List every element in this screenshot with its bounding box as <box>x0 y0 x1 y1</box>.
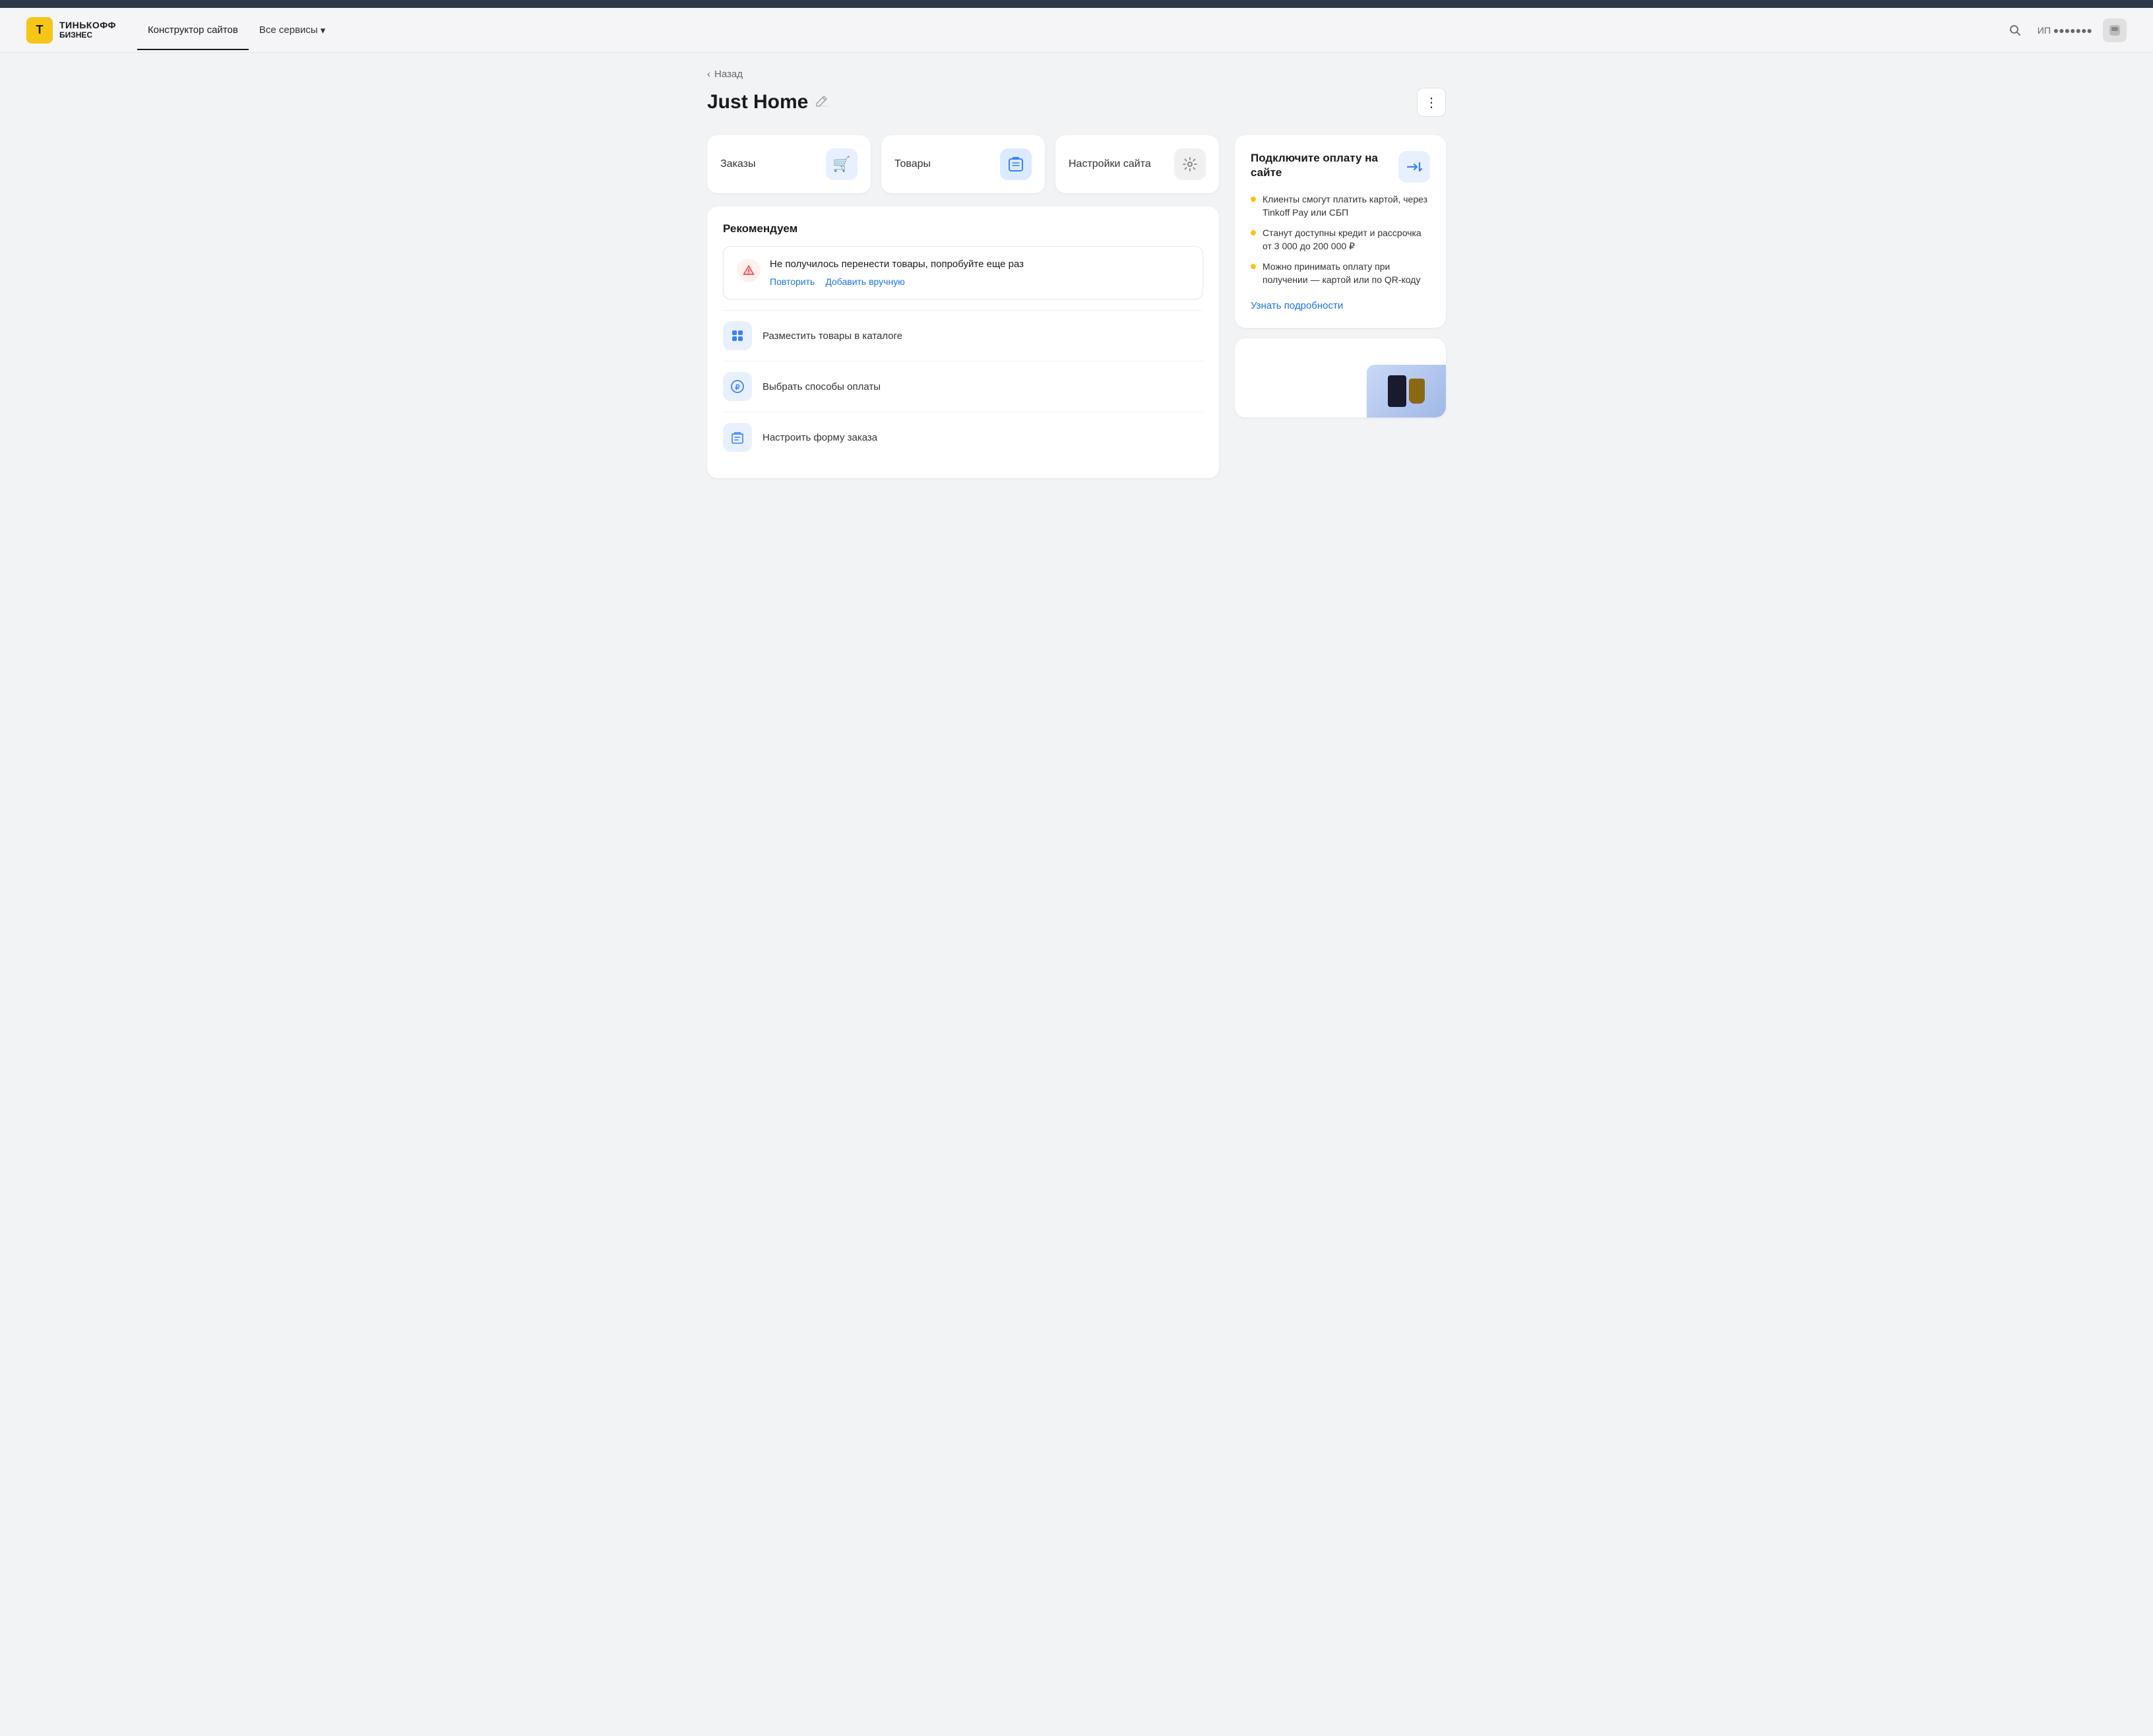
promo-card-illustration <box>1367 365 1446 418</box>
rec-item-catalog[interactable]: Разместить товары в каталоге <box>723 310 1203 361</box>
page-title-row: Just Home ⋮ <box>707 88 1446 117</box>
retry-button[interactable]: Повторить <box>770 276 815 287</box>
rec-item-order-form[interactable]: Настроить форму заказа <box>723 412 1203 462</box>
user-icon <box>2108 24 2121 37</box>
error-notice: Не получилось перенести товары, попробуй… <box>723 246 1203 299</box>
main-nav: Конструктор сайтов Все сервисы ▾ <box>137 10 1982 51</box>
error-actions: Повторить Добавить вручную <box>770 276 1189 287</box>
left-column: Заказы 🛒 Товары Настрой <box>707 135 1219 478</box>
content-layout: Заказы 🛒 Товары Настрой <box>707 135 1446 478</box>
error-icon <box>737 259 761 282</box>
search-button[interactable] <box>2003 18 2027 42</box>
bullet-dot-2 <box>1251 230 1256 235</box>
search-icon <box>2009 24 2022 37</box>
nav-all-services[interactable]: Все сервисы ▾ <box>249 10 336 51</box>
more-options-button[interactable]: ⋮ <box>1417 88 1446 117</box>
dropdown-chevron-icon: ▾ <box>321 24 326 36</box>
back-chevron-icon: ‹ <box>707 69 710 80</box>
right-sidebar: Подключите оплату на сайте Клиенты смогу… <box>1235 135 1446 478</box>
site-settings-card[interactable]: Настройки сайта <box>1055 135 1219 193</box>
bullet-dot-1 <box>1251 197 1256 202</box>
add-manual-button[interactable]: Добавить вручную <box>825 276 904 287</box>
settings-icon <box>1174 148 1206 180</box>
main-content: ‹ Назад Just Home ⋮ Заказы 🛒 <box>681 53 1472 494</box>
error-content: Не получилось перенести товары, попробуй… <box>770 259 1189 287</box>
second-promo-card[interactable] <box>1235 338 1446 418</box>
payment-promo-icon <box>1398 151 1430 183</box>
logo-icon: T <box>26 17 53 44</box>
orders-label: Заказы <box>720 158 755 170</box>
site-name: Just Home <box>707 91 808 113</box>
error-text: Не получилось перенести товары, попробуй… <box>770 259 1189 270</box>
logo-line1: ТИНЬКОФФ <box>59 20 116 30</box>
orders-icon: 🛒 <box>826 148 858 180</box>
payment-bullet-2: Станут доступны кредит и рассрочка от 3 … <box>1251 227 1430 253</box>
nav-site-builder[interactable]: Конструктор сайтов <box>137 10 249 50</box>
rec-payment-label: Выбрать способы оплаты <box>763 381 881 392</box>
svg-text:₽: ₽ <box>735 384 740 392</box>
products-card[interactable]: Товары <box>881 135 1045 193</box>
top-bar <box>0 0 2153 8</box>
payment-title: Подключите оплату на сайте <box>1251 151 1398 180</box>
payment-bullet-3: Можно принимать оплату при получении — к… <box>1251 261 1430 286</box>
user-avatar[interactable] <box>2103 18 2127 42</box>
catalog-icon <box>723 321 752 350</box>
back-label: Назад <box>714 69 743 80</box>
page-title: Just Home <box>707 91 829 113</box>
products-icon <box>1000 148 1032 180</box>
back-nav[interactable]: ‹ Назад <box>707 69 1446 80</box>
recommendations-card: Рекомендуем Не получилось перенести това… <box>707 206 1219 478</box>
bullet-dot-3 <box>1251 264 1256 269</box>
edit-title-icon[interactable] <box>815 94 829 111</box>
logo-text: ТИНЬКОФФ БИЗНЕС <box>59 20 116 40</box>
cup-illustration <box>1409 379 1425 404</box>
rec-catalog-label: Разместить товары в каталоге <box>763 330 902 342</box>
payment-method-icon: ₽ <box>723 372 752 401</box>
user-label: ИП ●●●●●●● <box>2038 25 2092 36</box>
quick-actions: Заказы 🛒 Товары Настрой <box>707 135 1219 193</box>
rec-title: Рекомендуем <box>723 222 1203 235</box>
payment-bullet-1: Клиенты смогут платить картой, через Tin… <box>1251 193 1430 219</box>
orders-card[interactable]: Заказы 🛒 <box>707 135 871 193</box>
order-form-icon <box>723 423 752 452</box>
rec-item-payment[interactable]: ₽ Выбрать способы оплаты <box>723 361 1203 412</box>
payment-header: Подключите оплату на сайте <box>1251 151 1430 183</box>
payment-promo-card: Подключите оплату на сайте Клиенты смогу… <box>1235 135 1446 328</box>
rec-order-form-label: Настроить форму заказа <box>763 432 877 443</box>
logo[interactable]: T ТИНЬКОФФ БИЗНЕС <box>26 17 116 44</box>
user-info[interactable]: ИП ●●●●●●● <box>2038 25 2092 36</box>
site-settings-label: Настройки сайта <box>1069 158 1151 170</box>
phone-illustration <box>1388 375 1406 407</box>
header-right: ИП ●●●●●●● <box>2003 18 2127 42</box>
products-label: Товары <box>894 158 931 170</box>
header: T ТИНЬКОФФ БИЗНЕС Конструктор сайтов Все… <box>0 8 2153 53</box>
logo-line2: БИЗНЕС <box>59 31 116 40</box>
learn-more-link[interactable]: Узнать подробности <box>1251 300 1343 311</box>
payment-bullets: Клиенты смогут платить картой, через Tin… <box>1251 193 1430 287</box>
